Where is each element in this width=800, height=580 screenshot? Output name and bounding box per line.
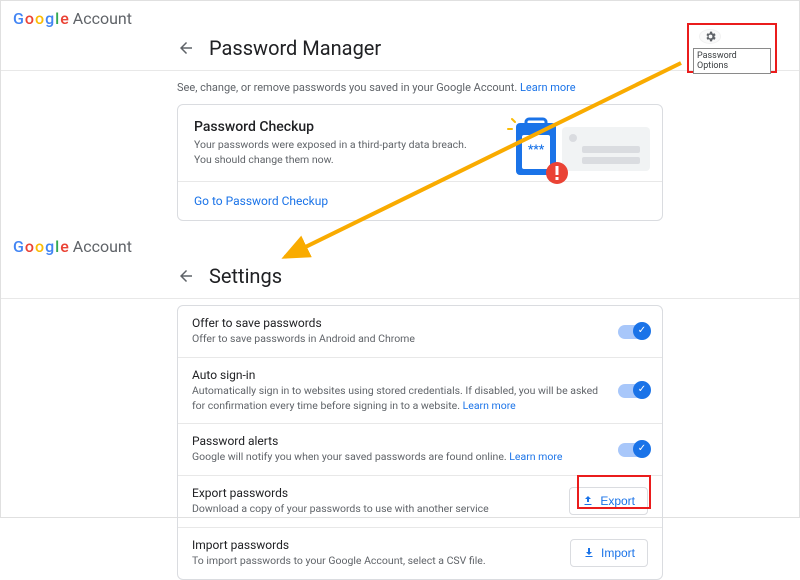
settings-list: Offer to save passwords Offer to save pa… [177,305,663,579]
setting-password-alerts: Password alerts Google will notify you w… [178,424,662,476]
page-title: Password Manager [209,36,381,60]
learn-more-link[interactable]: Learn more [463,399,516,412]
google-account-logo: G o o g l e Account [1,1,799,34]
upload-icon [582,495,594,507]
password-options-button[interactable] [699,29,721,44]
annotation-highlight-gear: Password Options [687,23,777,73]
checkup-desc: Your passwords were exposed in a third-p… [194,138,474,167]
setting-offer-save: Offer to save passwords Offer to save pa… [178,306,662,358]
page-title: Settings [209,264,282,288]
setting-import: Import passwords To import passwords to … [178,528,662,579]
back-icon[interactable] [177,267,195,285]
password-options-tooltip: Password Options [693,48,771,74]
password-checkup-card: Password Checkup Your passwords were exp… [177,104,663,221]
gear-icon [704,30,717,43]
setting-export: Export passwords Download a copy of your… [178,476,662,528]
svg-text:***: *** [528,142,545,156]
export-button[interactable]: Export [569,487,648,515]
back-icon[interactable] [177,39,195,57]
learn-more-link[interactable]: Learn more [520,81,576,94]
google-account-logo: G o o g l e Account [1,229,799,262]
checkup-illustration: *** [472,115,662,195]
toggle-auto-signin[interactable] [618,384,648,398]
settings-section: G o o g l e Account Settings Offer to sa… [1,229,799,579]
password-manager-section: G o o g l e Account Password Options Pas… [1,1,799,221]
page-description: See, change, or remove passwords you sav… [177,71,663,104]
account-label: Account [73,237,132,256]
learn-more-link[interactable]: Learn more [509,450,562,463]
setting-auto-signin: Auto sign-in Automatically sign in to we… [178,358,662,424]
account-label: Account [73,9,132,28]
download-icon [583,547,595,559]
toggle-offer-save[interactable] [618,325,648,339]
import-button[interactable]: Import [570,539,648,567]
toggle-password-alerts[interactable] [618,443,648,457]
